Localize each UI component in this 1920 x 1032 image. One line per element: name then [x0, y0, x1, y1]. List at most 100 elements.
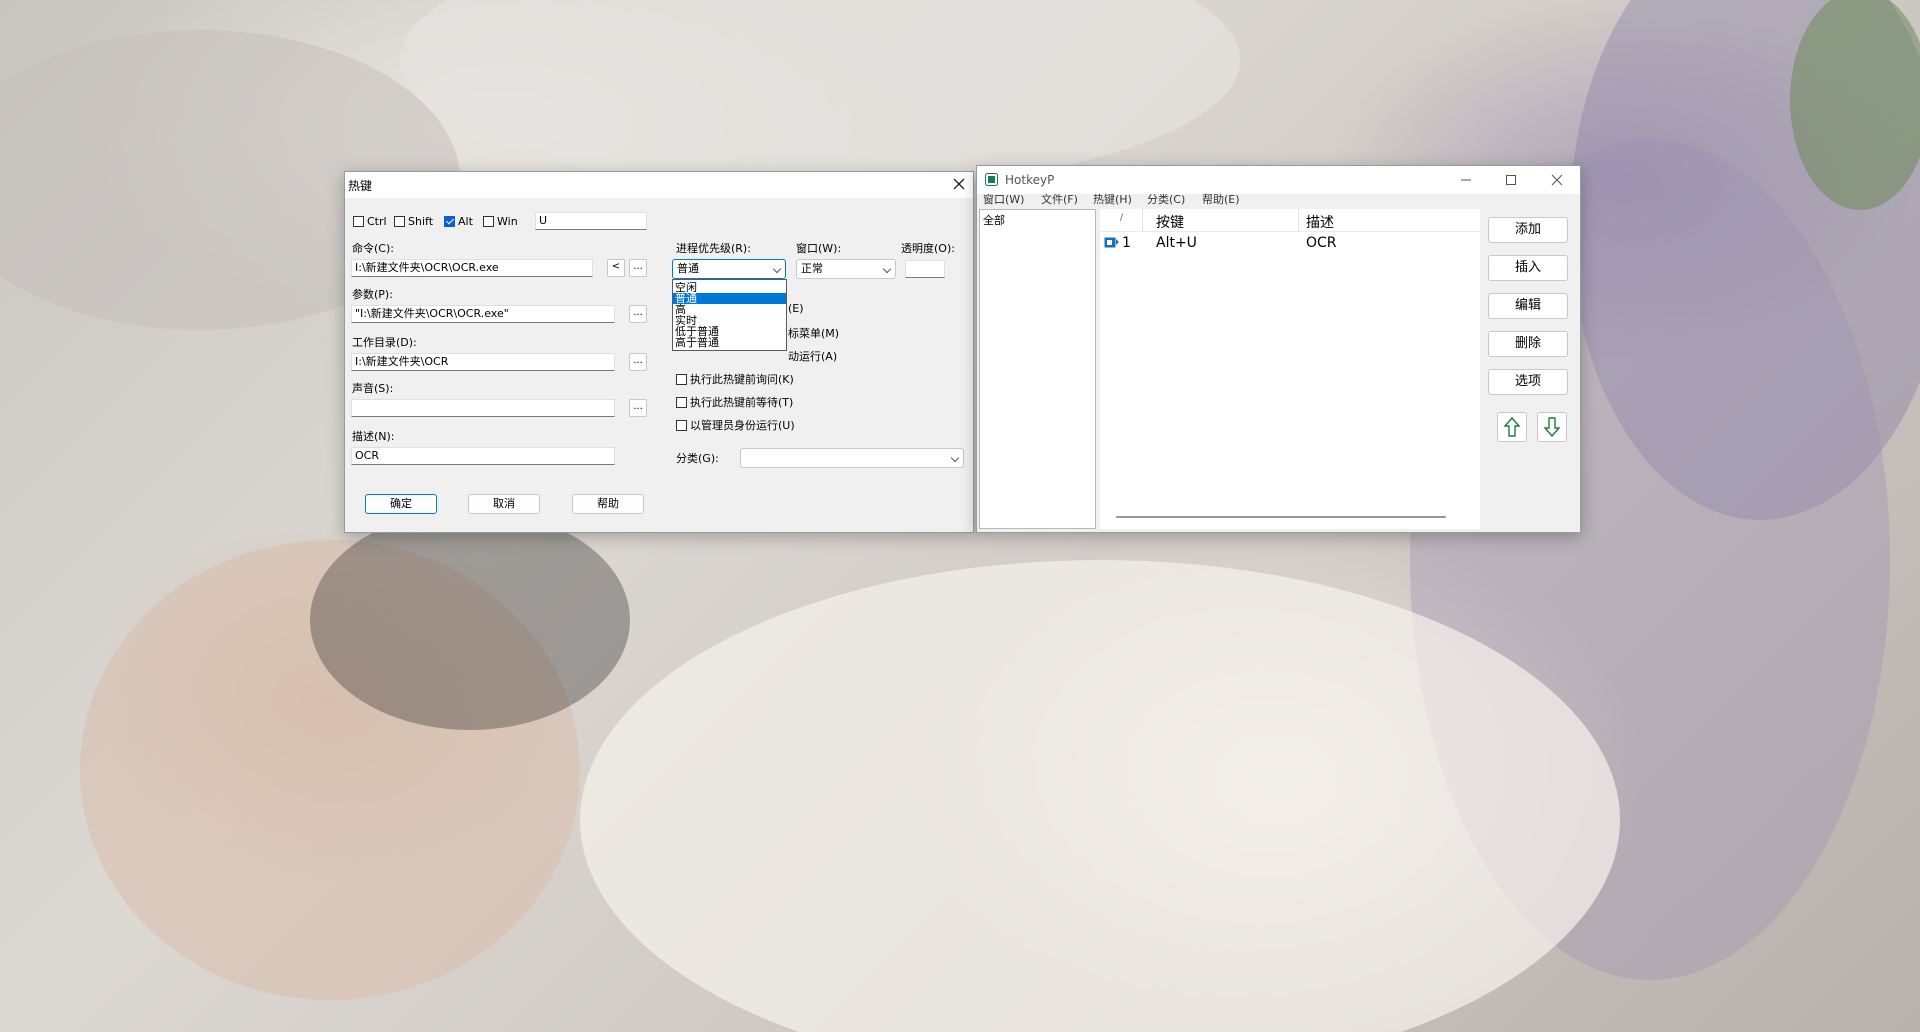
hotkey-list: / 按键 描述 1 Alt+U OCR [1100, 209, 1480, 529]
main-titlebar: HotkeyP [977, 166, 1580, 194]
close-icon[interactable] [953, 178, 965, 190]
arrow-up-icon [1503, 416, 1521, 437]
close-icon[interactable] [1551, 174, 1563, 186]
dialog-title: 热键 [348, 179, 373, 193]
dialog-titlebar: 热键 [345, 172, 973, 198]
minimize-icon[interactable] [1460, 174, 1472, 186]
args-input[interactable]: "I:\新建文件夹\OCR\OCR.exe" [351, 305, 615, 323]
alt-checkbox[interactable]: Alt [444, 215, 473, 228]
command-browse-button[interactable]: ... [629, 259, 647, 277]
priority-select[interactable]: 普通 [672, 259, 786, 279]
move-down-button[interactable] [1537, 412, 1567, 442]
chevron-down-icon [772, 264, 782, 274]
ok-button[interactable]: 确定 [365, 494, 437, 514]
menu-hotkey[interactable]: 热键(H) [1093, 191, 1132, 207]
priority-option-high[interactable]: 高 [673, 304, 786, 315]
priority-dropdown-list: 空闲 普通 高 实时 低于普通 高于普通 [672, 279, 787, 351]
menu-window[interactable]: 窗口(W) [983, 191, 1024, 207]
add-button[interactable]: 添加 [1488, 217, 1568, 243]
window-select-value: 正常 [801, 262, 823, 275]
arrow-down-icon [1543, 417, 1561, 438]
priority-option-below-normal[interactable]: 低于普通 [673, 326, 786, 337]
wait-before-checkbox-box[interactable] [676, 396, 687, 408]
row-number: 1 [1122, 235, 1131, 251]
move-up-button[interactable] [1497, 412, 1527, 442]
option-partial-3[interactable]: 动运行(A) [788, 348, 837, 364]
args-browse-button[interactable]: ... [629, 305, 647, 323]
wait-before-label: 执行此热键前等待(T) [690, 396, 794, 409]
help-button[interactable]: 帮助 [572, 494, 644, 514]
option-partial-2[interactable]: 标菜单(M) [788, 325, 839, 341]
menu-help[interactable]: 帮助(E) [1202, 191, 1240, 207]
column-description-header[interactable]: 描述 [1306, 212, 1334, 232]
category-label: 分类(G): [676, 452, 719, 465]
priority-option-idle[interactable]: 空闲 [673, 282, 786, 293]
sound-input[interactable] [351, 399, 615, 417]
horizontal-scrollbar[interactable] [1116, 516, 1446, 518]
hotkeyp-window: HotkeyP 窗口(W) 文件(F) 热键(H) 分类(C) 帮助(E) 全部… [976, 165, 1581, 533]
desc-label: 描述(N): [352, 430, 395, 443]
priority-option-realtime[interactable]: 实时 [673, 315, 786, 326]
win-checkbox[interactable]: Win [483, 215, 518, 228]
shift-checkbox-box[interactable] [394, 216, 405, 227]
ask-before-checkbox[interactable]: 执行此热键前询问(K) [676, 371, 794, 387]
row-description: OCR [1306, 235, 1337, 251]
priority-option-normal[interactable]: 普通 [673, 293, 786, 304]
sound-label: 声音(S): [352, 382, 394, 395]
command-label: 命令(C): [352, 242, 394, 255]
category-select[interactable] [740, 448, 964, 468]
shift-checkbox[interactable]: Shift [394, 215, 433, 228]
chevron-down-icon [882, 264, 892, 274]
list-header: / 按键 描述 [1100, 209, 1480, 232]
ctrl-checkbox-box[interactable] [353, 216, 364, 227]
ask-before-label: 执行此热键前询问(K) [690, 373, 794, 386]
workdir-browse-button[interactable]: ... [629, 353, 647, 371]
options-button[interactable]: 选项 [1488, 369, 1568, 395]
win-label: Win [497, 215, 518, 228]
column-sort-header[interactable]: / [1120, 213, 1123, 223]
command-input[interactable]: I:\新建文件夹\OCR\OCR.exe [351, 259, 593, 277]
workdir-label: 工作目录(D): [352, 336, 417, 349]
option-partial-1[interactable]: (E) [788, 302, 804, 315]
app-icon [985, 173, 998, 186]
back-button[interactable]: < [607, 259, 625, 277]
shift-label: Shift [408, 215, 434, 228]
chevron-down-icon [950, 453, 960, 463]
table-row[interactable]: 1 Alt+U OCR [1100, 232, 1480, 254]
category-item-all[interactable]: 全部 [980, 210, 1095, 230]
priority-option-above-normal[interactable]: 高于普通 [673, 337, 786, 348]
desc-input[interactable]: OCR [351, 447, 615, 465]
ctrl-label: Ctrl [367, 215, 387, 228]
key-input[interactable]: U [535, 212, 647, 230]
args-label: 参数(P): [352, 288, 393, 301]
hotkey-row-icon [1104, 237, 1119, 248]
column-hotkey-header[interactable]: 按键 [1156, 212, 1184, 232]
run-as-admin-label: 以管理员身份运行(U) [690, 419, 795, 432]
row-hotkey: Alt+U [1156, 235, 1197, 251]
ctrl-checkbox[interactable]: Ctrl [353, 215, 387, 228]
wait-before-checkbox[interactable]: 执行此热键前等待(T) [676, 394, 793, 410]
main-title: HotkeyP [1005, 173, 1055, 187]
hotkey-dialog: 热键 Ctrl Shift Alt Win U 命令(C): I:\新建文件夹\… [344, 171, 974, 533]
workdir-input[interactable]: I:\新建文件夹\OCR [351, 353, 615, 371]
edit-button[interactable]: 编辑 [1488, 293, 1568, 319]
insert-button[interactable]: 插入 [1488, 255, 1568, 281]
opacity-input[interactable] [905, 260, 945, 278]
run-as-admin-checkbox-box[interactable] [676, 419, 687, 431]
menu-file[interactable]: 文件(F) [1041, 191, 1078, 207]
alt-checkbox-box[interactable] [444, 216, 455, 227]
win-checkbox-box[interactable] [483, 216, 494, 227]
priority-select-value: 普通 [677, 262, 699, 275]
run-as-admin-checkbox[interactable]: 以管理员身份运行(U) [676, 417, 795, 433]
maximize-icon[interactable] [1505, 174, 1517, 186]
delete-button[interactable]: 删除 [1488, 331, 1568, 357]
sound-browse-button[interactable]: ... [629, 399, 647, 417]
window-label: 窗口(W): [796, 242, 842, 255]
menu-category[interactable]: 分类(C) [1147, 191, 1185, 207]
cancel-button[interactable]: 取消 [468, 494, 540, 514]
alt-label: Alt [458, 215, 473, 228]
category-list: 全部 [979, 209, 1096, 529]
window-select[interactable]: 正常 [796, 259, 896, 279]
priority-label: 进程优先级(R): [676, 242, 751, 255]
ask-before-checkbox-box[interactable] [676, 373, 687, 385]
